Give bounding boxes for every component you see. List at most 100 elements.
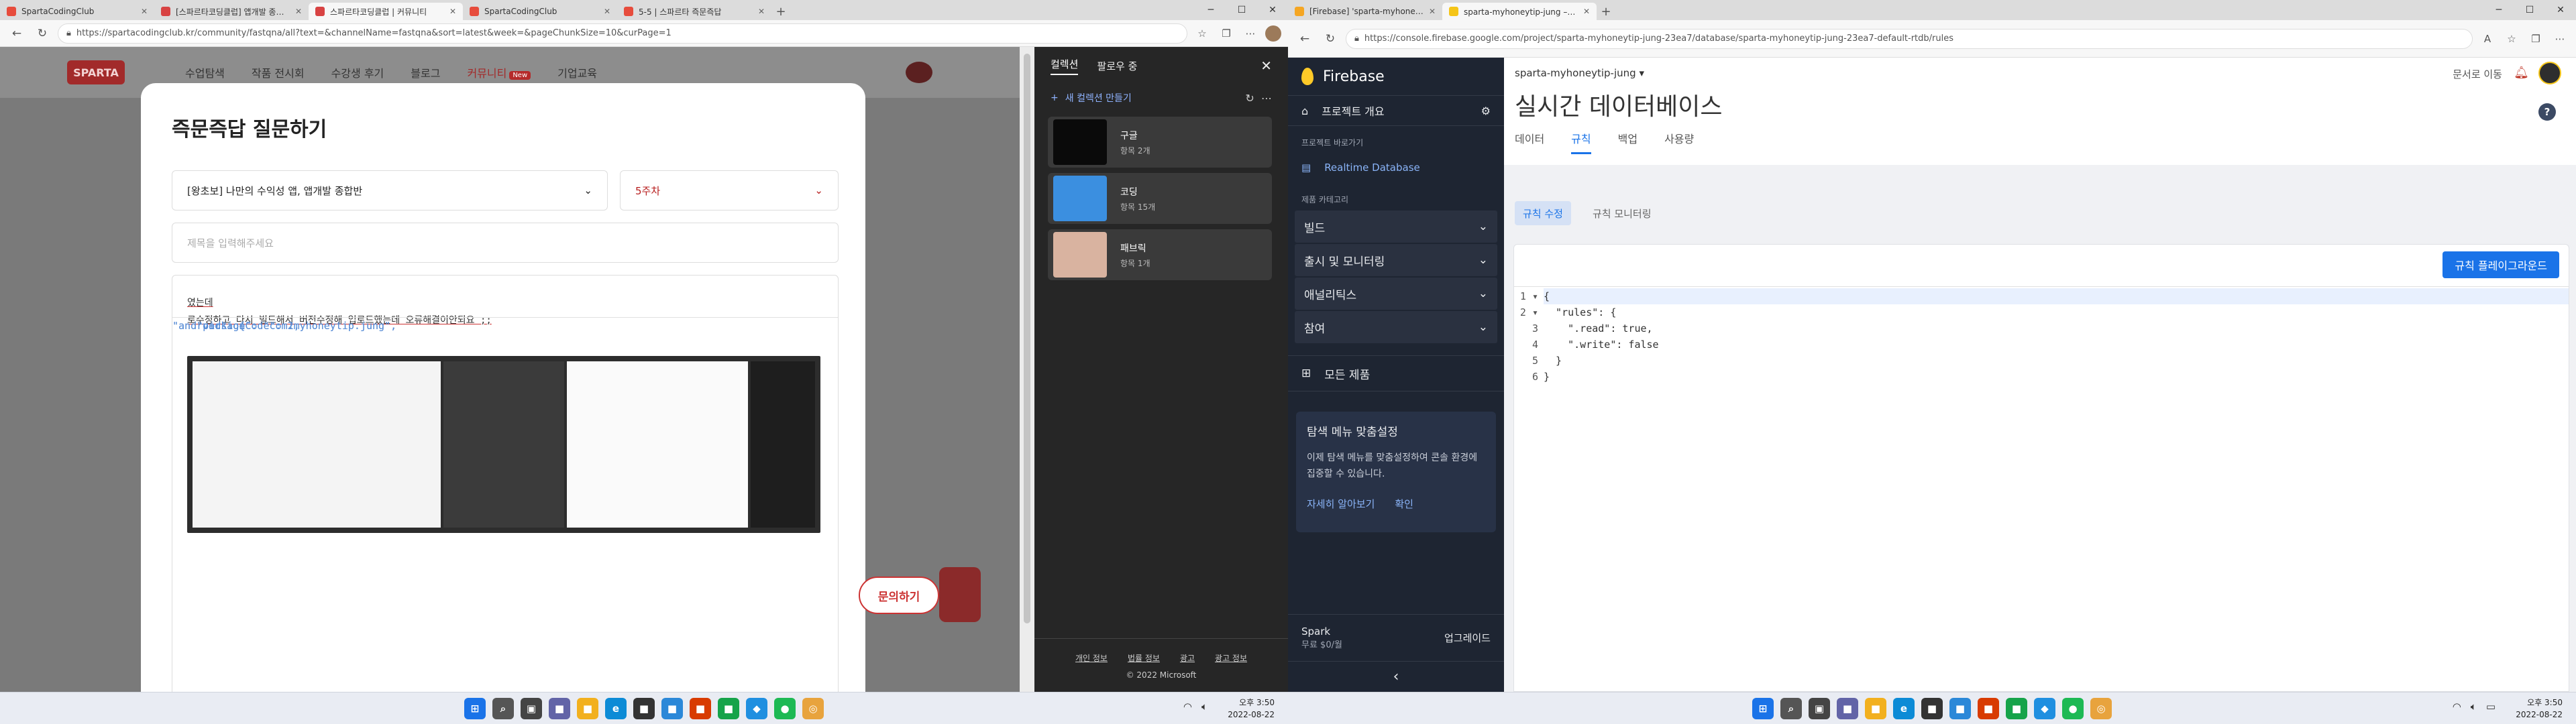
- rules-code-editor[interactable]: 1 ▾ 2 ▾ 3 4 5 6 { "rules": { ".read": true, "…: [1514, 286, 2569, 691]
- project-overview-link[interactable]: ⌂ 프로젝트 개요 ⚙: [1288, 95, 1504, 126]
- site-nav-item[interactable]: 커뮤니티 New: [467, 64, 531, 80]
- favorite-icon[interactable]: ☆: [1193, 24, 1212, 43]
- refresh-button[interactable]: ↻: [1320, 29, 1340, 49]
- new-tab-button[interactable]: +: [1597, 3, 1615, 20]
- close-tab-icon[interactable]: ✕: [758, 7, 765, 16]
- minimize-button[interactable]: ─: [1195, 0, 1226, 20]
- tab-3[interactable]: 사용량: [1664, 130, 1694, 154]
- more-icon[interactable]: ⋯: [1241, 24, 1260, 43]
- search-icon[interactable]: ⌕: [1780, 697, 1802, 719]
- tab-following[interactable]: 팔로우 중: [1097, 59, 1137, 73]
- confirm-button[interactable]: 확인: [1395, 497, 1413, 511]
- gear-icon[interactable]: ⚙: [1481, 105, 1491, 117]
- help-icon[interactable]: ?: [2538, 103, 2556, 121]
- close-tab-icon[interactable]: ✕: [604, 7, 610, 16]
- explorer-icon[interactable]: ■: [577, 697, 598, 719]
- tab-0[interactable]: 데이터: [1515, 130, 1544, 154]
- sidebar-menu-group[interactable]: 참여 ⌄: [1295, 311, 1497, 343]
- site-nav-item[interactable]: 수강생 후기: [331, 64, 384, 80]
- collections-icon[interactable]: ❐: [1217, 24, 1236, 43]
- edge-icon[interactable]: e: [1893, 697, 1915, 719]
- week-select[interactable]: 5주차 ⌄: [620, 170, 839, 210]
- minimize-button[interactable]: ─: [2483, 0, 2514, 20]
- upgrade-button[interactable]: 업그레이드: [1444, 631, 1491, 645]
- store-icon[interactable]: ■: [1921, 697, 1943, 719]
- firebase-logo[interactable]: Firebase: [1288, 58, 1504, 95]
- site-nav-item[interactable]: 기업교육: [557, 64, 597, 80]
- notification-bell-icon[interactable]: 🔔︎: [2514, 66, 2529, 80]
- collection-item[interactable]: 패브릭 항목 1개: [1048, 229, 1272, 280]
- learn-more-link[interactable]: 자세히 알아보기: [1307, 497, 1375, 511]
- tab-1[interactable]: 규칙: [1571, 130, 1591, 154]
- explorer-icon[interactable]: ■: [1865, 697, 1886, 719]
- edge-icon[interactable]: e: [605, 697, 627, 719]
- store-icon[interactable]: ■: [633, 697, 655, 719]
- title-input[interactable]: 제목을 입력해주세요: [172, 223, 839, 263]
- browser-tab[interactable]: sparta-myhoneytip-jung – 실시간 ✕: [1442, 3, 1597, 20]
- new-tab-button[interactable]: +: [771, 3, 790, 20]
- close-tab-icon[interactable]: ✕: [1429, 7, 1436, 16]
- volume-icon[interactable]: 🔈︎: [2471, 701, 2477, 713]
- site-nav-item[interactable]: 블로그: [411, 64, 440, 80]
- back-button[interactable]: ←: [1295, 29, 1315, 49]
- app-icon[interactable]: ■: [690, 697, 711, 719]
- sparta-logo[interactable]: SPARTA: [67, 60, 125, 84]
- read-aloud-icon[interactable]: A: [2478, 29, 2497, 48]
- sidebar-menu-group[interactable]: 빌드 ⌄: [1295, 210, 1497, 243]
- footer-link[interactable]: 법률 정보: [1128, 652, 1160, 664]
- task-view-icon[interactable]: ▣: [1809, 697, 1830, 719]
- new-collection-button[interactable]: + 새 컬렉션 만들기 ↻ ⋯: [1034, 84, 1288, 111]
- chat-icon[interactable]: ■: [1837, 697, 1858, 719]
- windows-start-icon[interactable]: ⊞: [1752, 697, 1774, 719]
- docs-link[interactable]: 문서로 이동: [2453, 67, 2502, 81]
- address-bar[interactable]: 🔒︎ https://spartacodingclub.kr/community…: [58, 23, 1187, 44]
- app-icon[interactable]: ■: [1949, 697, 1971, 719]
- footer-link[interactable]: 광고 정보: [1215, 652, 1247, 664]
- chat-icon[interactable]: ■: [549, 697, 570, 719]
- wifi-icon[interactable]: ◠: [1183, 701, 1192, 713]
- profile-avatar[interactable]: [1265, 25, 1281, 42]
- task-view-icon[interactable]: ▣: [521, 697, 542, 719]
- footer-link[interactable]: 광고: [1180, 652, 1195, 664]
- all-products-link[interactable]: ⊞ 모든 제품: [1288, 355, 1504, 391]
- maximize-button[interactable]: ☐: [1226, 0, 1257, 20]
- inquiry-button[interactable]: 문의하기: [859, 577, 939, 614]
- sub-tab[interactable]: 규칙 수정: [1515, 201, 1571, 225]
- windows-start-icon[interactable]: ⊞: [464, 697, 486, 719]
- address-bar[interactable]: 🔒︎ https://console.firebase.google.com/p…: [1346, 28, 2473, 49]
- close-tab-icon[interactable]: ✕: [295, 7, 302, 16]
- account-avatar[interactable]: [2538, 62, 2561, 84]
- favorite-icon[interactable]: ☆: [2502, 29, 2521, 48]
- close-window-button[interactable]: ✕: [2545, 0, 2576, 20]
- spotify-icon[interactable]: ●: [774, 697, 796, 719]
- refresh-button[interactable]: ↻: [32, 23, 52, 44]
- close-window-button[interactable]: ✕: [1257, 0, 1288, 20]
- collections-icon[interactable]: ❐: [2526, 29, 2545, 48]
- maximize-button[interactable]: ☐: [2514, 0, 2545, 20]
- more-icon[interactable]: ⋯: [2551, 29, 2569, 48]
- spotify-icon[interactable]: ●: [2062, 697, 2084, 719]
- sidebar-menu-group[interactable]: 출시 및 모니터링 ⌄: [1295, 244, 1497, 276]
- vscode-icon[interactable]: ◆: [2034, 697, 2055, 719]
- browser-tab[interactable]: SpartaCodingClub ✕: [463, 3, 617, 20]
- vscode-icon[interactable]: ◆: [746, 697, 767, 719]
- clock[interactable]: 오후 3:50 2022-08-22: [2516, 697, 2563, 721]
- browser-tab[interactable]: [Firebase] 'sparta-myhoneytip-ju ✕: [1288, 3, 1442, 20]
- course-select[interactable]: [왕초보] 나만의 수익성 앱, 앱개발 종합반 ⌄: [172, 170, 608, 210]
- close-tab-icon[interactable]: ✕: [449, 7, 456, 16]
- question-body-editor[interactable]: "android": { "package": "com.myhoneytip.…: [172, 275, 839, 692]
- search-icon[interactable]: ⌕: [492, 697, 514, 719]
- sidebar-menu-group[interactable]: 애널리틱스 ⌄: [1295, 278, 1497, 310]
- close-tab-icon[interactable]: ✕: [141, 7, 148, 16]
- app-icon[interactable]: ■: [718, 697, 739, 719]
- project-selector[interactable]: sparta-myhoneytip-jung ▾: [1515, 67, 1644, 79]
- browser-tab[interactable]: 스파르타코딩클럽 | 커뮤니티 ✕: [309, 3, 463, 20]
- clock[interactable]: 오후 3:50 2022-08-22: [1228, 697, 1275, 721]
- footer-link[interactable]: 개인 정보: [1075, 652, 1108, 664]
- collection-item[interactable]: 구글 항목 2개: [1048, 117, 1272, 168]
- battery-icon[interactable]: ▭: [2486, 701, 2496, 713]
- app-icon[interactable]: ■: [661, 697, 683, 719]
- browser-tab[interactable]: [스파르타코딩클럽] 앱개발 종합반 ✕: [154, 3, 309, 20]
- sync-icon[interactable]: ↻ ⋯: [1245, 92, 1272, 105]
- page-scrollbar[interactable]: [1020, 47, 1034, 692]
